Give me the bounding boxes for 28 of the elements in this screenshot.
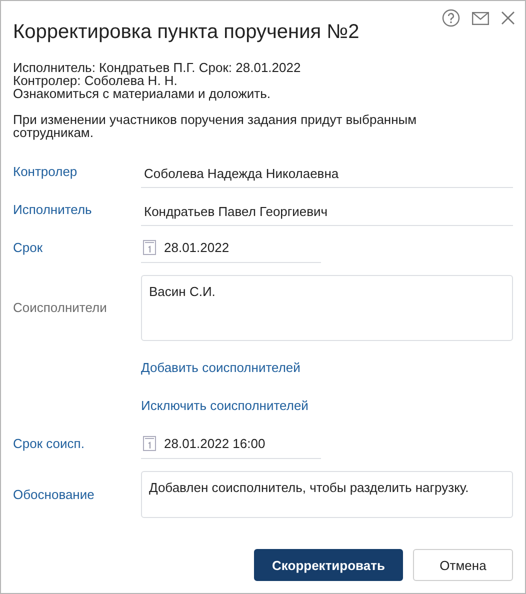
link[interactable]: Добавить соисполнителей: [141, 360, 300, 375]
window-title: Корректировка пункта поручения №2: [13, 21, 360, 44]
field-label: Соисполнители: [13, 300, 107, 315]
text-field[interactable]: Кондратьев Павел Георгиевич: [141, 196, 513, 226]
field-label: Контролер: [13, 164, 78, 179]
cancel-button[interactable]: Отмена: [413, 549, 513, 581]
text-area[interactable]: Добавлен соисполнитель, чтобы разделить нагрузку.: [141, 471, 513, 518]
info-text: Ознакомиться с материалами и доложить.: [13, 87, 271, 100]
field-label: Срок: [13, 240, 43, 255]
help-icon[interactable]: [442, 9, 460, 27]
close-icon[interactable]: [501, 11, 515, 25]
field-label: Обоснование: [13, 486, 94, 502]
date-value: 28.01.2022 16:00: [164, 436, 266, 451]
date-field[interactable]: 28.01.2022: [141, 233, 321, 263]
mail-icon[interactable]: [472, 12, 489, 24]
calendar-icon[interactable]: [143, 436, 156, 451]
link[interactable]: Исключить соисполнителей: [141, 398, 308, 413]
field-label: Срок соисп.: [13, 436, 84, 451]
info-text: Контролер: Соболева Н. Н.: [13, 74, 178, 87]
text-area[interactable]: Васин С.И.: [141, 275, 513, 341]
date-field[interactable]: 28.01.2022 16:00: [141, 429, 321, 459]
date-value: 28.01.2022: [164, 240, 230, 255]
correct-button[interactable]: Скорректировать: [254, 549, 403, 581]
field-label: Исполнитель: [13, 202, 92, 217]
notice-text: При изменении участников поручения задания придут выбранным сотрудникам.: [12, 111, 418, 139]
calendar-icon[interactable]: [143, 240, 156, 255]
text-field[interactable]: Соболева Надежда Николаевна: [141, 158, 513, 188]
info-text: Исполнитель: Кондратьев П.Г. Срок: 28.01.2022: [13, 61, 301, 74]
